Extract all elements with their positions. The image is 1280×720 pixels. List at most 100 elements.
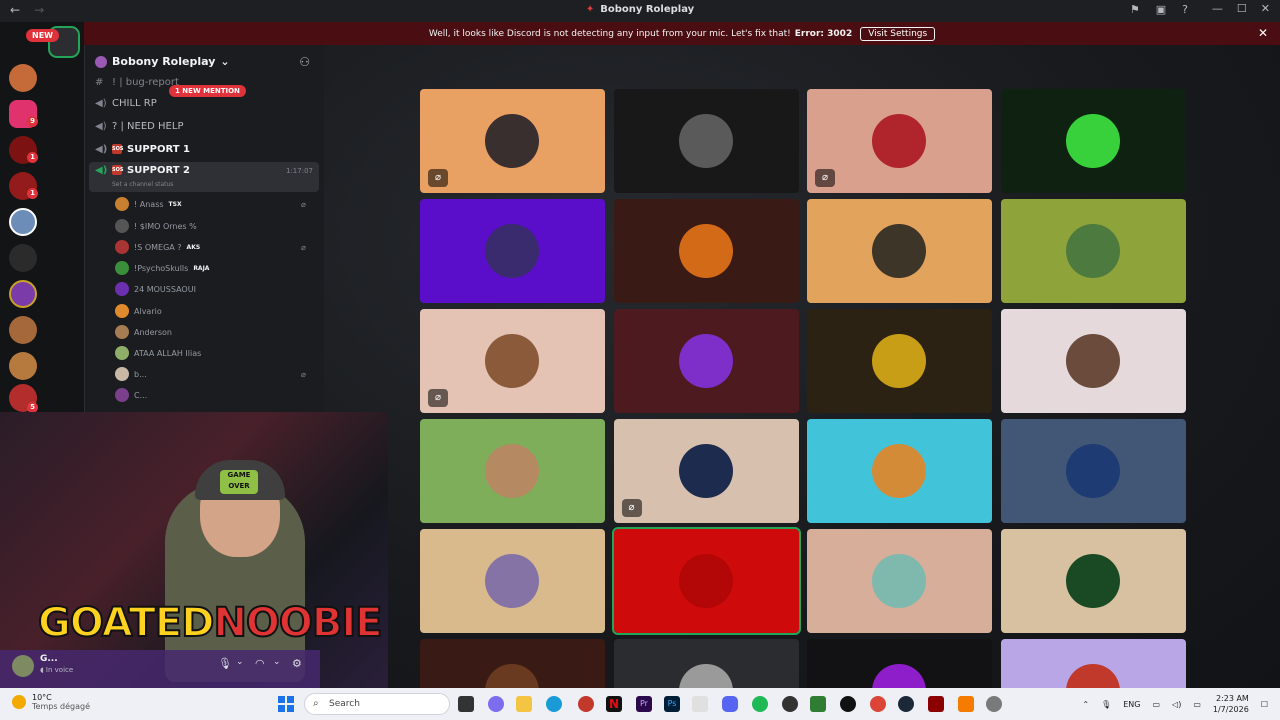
server-icon[interactable] xyxy=(9,280,37,308)
chevron-down-icon[interactable]: ⌄ xyxy=(236,657,244,667)
voice-member[interactable]: Alvario xyxy=(115,303,162,319)
battery-icon[interactable]: ▭ xyxy=(1193,700,1201,709)
microphone-icon[interactable]: 🎙︎ xyxy=(218,657,232,670)
help-icon[interactable]: ? xyxy=(1182,3,1188,16)
notification-icon[interactable]: ☐ xyxy=(1261,700,1268,709)
participant-tile[interactable] xyxy=(1000,309,1186,413)
voice-member[interactable]: !PsychoSkulls RAJA xyxy=(115,260,209,276)
participant-tile[interactable] xyxy=(1000,529,1186,633)
server-icon[interactable] xyxy=(9,64,37,92)
participant-tile[interactable] xyxy=(807,309,992,413)
participant-tile[interactable] xyxy=(1000,639,1186,688)
channel-item[interactable]: ◀) SOS SUPPORT 1 xyxy=(95,140,190,158)
inbox-icon[interactable]: ⚑ xyxy=(1130,3,1140,16)
app-icon[interactable] xyxy=(928,696,944,712)
participant-tile[interactable] xyxy=(420,199,605,303)
server-header[interactable]: Bobony Roleplay ⌄ xyxy=(95,55,230,68)
participant-tile[interactable] xyxy=(1000,419,1186,523)
participant-tile[interactable] xyxy=(1000,89,1186,193)
app-icon[interactable] xyxy=(810,696,826,712)
participant-tile[interactable]: ⌀ xyxy=(807,89,992,193)
close-window-icon[interactable]: ✕ xyxy=(1261,2,1270,15)
server-icon[interactable] xyxy=(9,208,37,236)
steam-icon[interactable] xyxy=(898,696,914,712)
avatar xyxy=(115,367,129,381)
close-banner-icon[interactable]: ✕ xyxy=(1258,26,1268,40)
premiere-icon[interactable]: Pr xyxy=(636,696,652,712)
participant-tile[interactable] xyxy=(807,529,992,633)
participant-tile[interactable] xyxy=(1000,199,1186,303)
voice-member[interactable]: ATAA ALLAH Ilias xyxy=(115,345,201,361)
active-voice-channel[interactable]: ◀) SOS SUPPORT 2 1:17:07 Set a channel s… xyxy=(89,162,319,192)
server-icon[interactable] xyxy=(9,244,37,272)
chrome-icon[interactable] xyxy=(870,696,886,712)
avatar xyxy=(678,554,733,608)
voice-member[interactable]: 24 MOUSSAOUI xyxy=(115,281,196,297)
app-icon[interactable] xyxy=(958,696,974,712)
participant-tile[interactable] xyxy=(613,199,799,303)
participant-tile[interactable] xyxy=(807,199,992,303)
visit-settings-button[interactable]: Visit Settings xyxy=(860,26,936,41)
participant-tile[interactable] xyxy=(420,419,605,523)
minimize-icon[interactable]: — xyxy=(1212,2,1223,15)
channel-item[interactable]: #! | bug-report xyxy=(95,73,179,91)
voice-member[interactable]: !S OMEGA ? AKS ⌀ xyxy=(115,239,306,255)
participant-tile[interactable] xyxy=(420,639,605,688)
network-icon[interactable]: ▭ xyxy=(1152,700,1160,709)
taskbar-search[interactable]: ⌕ Search xyxy=(304,693,450,715)
server-icon[interactable] xyxy=(9,352,37,380)
new-mention-badge[interactable]: 1 NEW MENTION xyxy=(169,85,246,97)
voice-member[interactable]: ! Anass TSX ⌀ xyxy=(115,196,306,212)
participant-tile[interactable]: ⌀ xyxy=(420,89,605,193)
headphones-icon[interactable]: ◠ xyxy=(255,657,265,670)
server-icon[interactable] xyxy=(9,316,37,344)
windows-start-icon[interactable] xyxy=(278,696,294,712)
participant-tile[interactable]: ⌀ xyxy=(420,309,605,413)
channel-item[interactable]: ◀) CHILL RP xyxy=(95,94,157,112)
edge-icon[interactable] xyxy=(546,696,562,712)
discord-icon[interactable] xyxy=(722,696,738,712)
voice-member[interactable]: Anderson xyxy=(115,324,172,340)
avatar[interactable] xyxy=(12,655,34,677)
clock[interactable]: 2:23 AM 1/7/2026 xyxy=(1213,693,1249,715)
participant-tile[interactable] xyxy=(613,639,799,688)
maximize-icon[interactable]: ☐ xyxy=(1237,2,1247,15)
file-explorer-icon[interactable] xyxy=(516,696,532,712)
gear-icon[interactable]: ⚙ xyxy=(292,657,302,670)
app-icon[interactable] xyxy=(840,696,856,712)
participant-tile[interactable] xyxy=(807,419,992,523)
participant-tile[interactable] xyxy=(613,89,799,193)
participant-tile[interactable] xyxy=(420,529,605,633)
channel-item[interactable]: ◀)? | NEED HELP xyxy=(95,117,183,135)
chevron-up-icon[interactable]: ⌃ xyxy=(1082,700,1089,709)
channel-status[interactable]: Set a channel status xyxy=(112,181,173,188)
screen-icon[interactable]: ▣ xyxy=(1156,3,1166,16)
language-indicator[interactable]: ENG xyxy=(1123,700,1140,709)
voice-member[interactable]: C... xyxy=(115,387,147,403)
participant-tile[interactable]: ⌀ xyxy=(613,419,799,523)
spotify-icon[interactable] xyxy=(752,696,768,712)
settings-icon[interactable] xyxy=(986,696,1002,712)
streamer-webcam: GAME OVER GOATEDNOOBIE xyxy=(0,412,388,688)
app-icon[interactable] xyxy=(782,696,798,712)
invite-people-icon[interactable]: ⚇ xyxy=(299,55,310,69)
voice-member[interactable]: ! $IMO Ornes % xyxy=(115,218,197,234)
weather-widget[interactable]: 10°C Temps dégagé xyxy=(12,693,90,711)
chevron-down-icon[interactable]: ⌄ xyxy=(273,657,281,667)
app-icon[interactable] xyxy=(578,696,594,712)
photoshop-icon[interactable]: Ps xyxy=(664,696,680,712)
volume-icon[interactable]: ◁) xyxy=(1172,700,1181,709)
participant-tile[interactable] xyxy=(611,527,801,635)
temperature: 10°C xyxy=(32,693,52,702)
avatar xyxy=(1065,334,1120,388)
mic-muted-icon: ⌀ xyxy=(428,389,448,407)
participant-tile[interactable] xyxy=(613,309,799,413)
voice-member[interactable]: b... ⌀ xyxy=(115,366,306,382)
participant-tile[interactable] xyxy=(807,639,992,688)
task-view-icon[interactable] xyxy=(458,696,474,712)
netflix-icon[interactable]: N xyxy=(606,696,622,712)
microphone-icon[interactable]: 🎙︎ xyxy=(1101,700,1111,709)
app-icon[interactable] xyxy=(692,696,708,712)
copilot-icon[interactable] xyxy=(488,696,504,712)
avatar xyxy=(485,664,539,688)
